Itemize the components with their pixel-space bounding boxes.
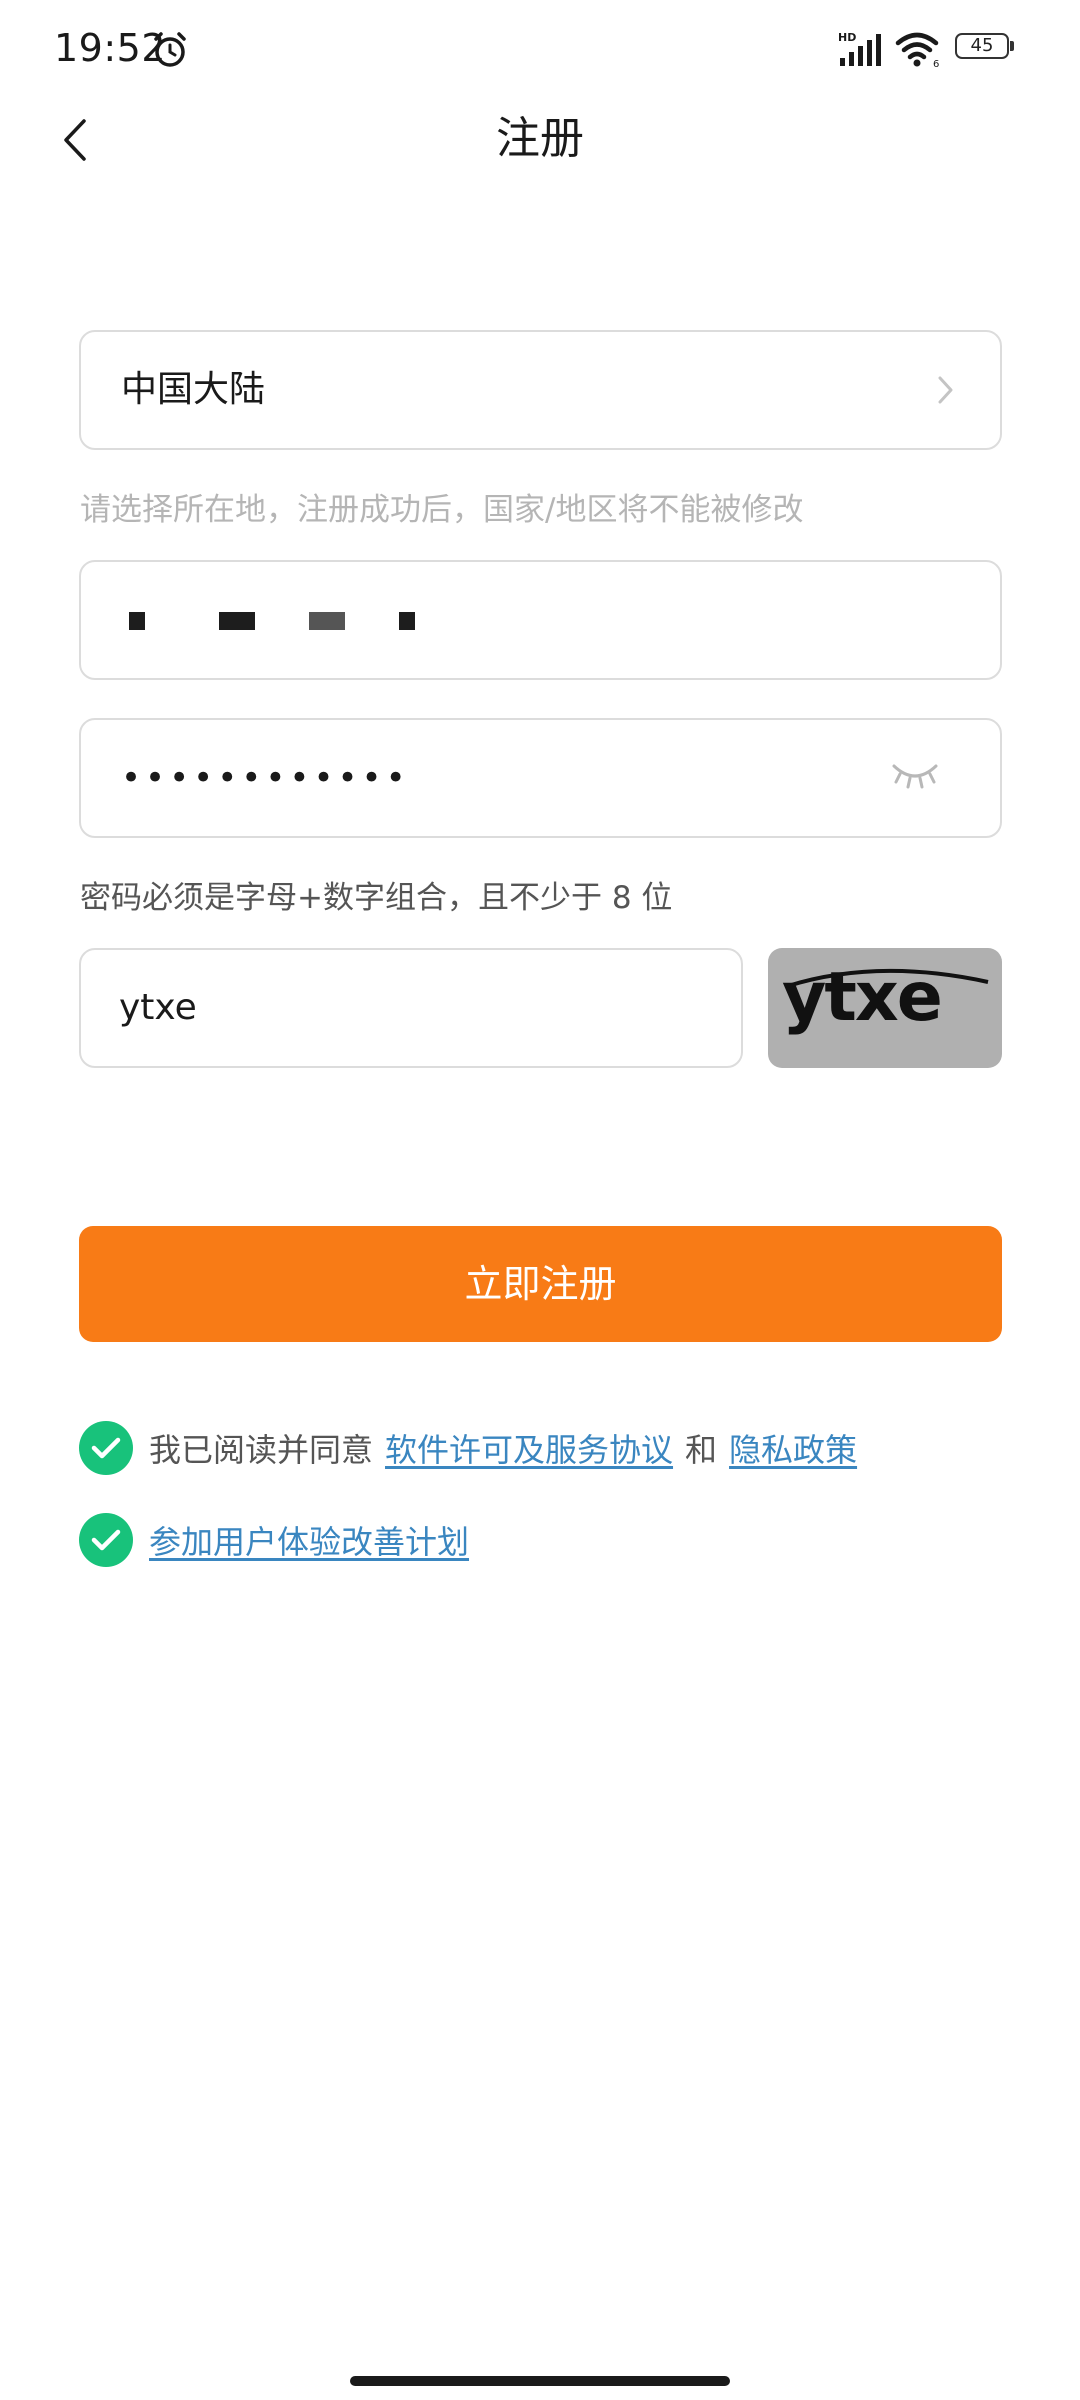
- experience-program-link[interactable]: 参加用户体验改善计划: [149, 1517, 469, 1563]
- status-bar: 19:52 HD 6 45: [0, 0, 1080, 100]
- region-hint: 请选择所在地，注册成功后，国家/地区将不能被修改: [80, 492, 804, 528]
- password-input[interactable]: ••••••••••••: [79, 718, 1002, 838]
- battery-icon: 45: [955, 33, 1017, 63]
- register-button[interactable]: 立即注册: [79, 1226, 1002, 1342]
- cellular-signal-icon: HD: [838, 31, 881, 66]
- region-selector[interactable]: 中国大陆: [79, 330, 1002, 450]
- region-value: 中国大陆: [121, 369, 266, 410]
- alarm-clock-icon: [154, 32, 186, 67]
- battery-cap: [1010, 41, 1014, 51]
- agree-prefix: 我已阅读并同意: [149, 1431, 374, 1469]
- password-value: ••••••••••••: [121, 758, 410, 798]
- checkbox-checked-icon[interactable]: [79, 1421, 133, 1475]
- svg-text:6: 6: [933, 59, 939, 68]
- home-indicator[interactable]: [350, 2376, 730, 2386]
- phone-input[interactable]: [79, 560, 1002, 680]
- privacy-policy-link[interactable]: 隐私政策: [729, 1425, 857, 1471]
- password-hint: 密码必须是字母+数字组合，且不少于 8 位: [80, 880, 673, 916]
- experience-program-row: 参加用户体验改善计划: [79, 1512, 469, 1568]
- svg-text:HD: HD: [838, 31, 856, 44]
- license-agreement-link[interactable]: 软件许可及服务协议: [385, 1425, 673, 1471]
- checkbox-checked-icon[interactable]: [79, 1513, 133, 1567]
- chevron-right-icon: [938, 376, 953, 404]
- captcha-image[interactable]: ytxe: [768, 948, 1002, 1068]
- captcha-noise-line: [787, 968, 989, 988]
- battery-level: 45: [955, 33, 1009, 59]
- captcha-input[interactable]: ytxe: [79, 948, 743, 1068]
- wifi-icon: 6: [895, 32, 939, 68]
- terms-agreement-row: 我已阅读并同意 软件许可及服务协议 和 隐私政策: [79, 1420, 857, 1476]
- agree-connector: 和: [685, 1431, 718, 1469]
- captcha-value: ytxe: [119, 987, 197, 1028]
- page-title: 注册: [496, 113, 584, 164]
- eye-closed-icon[interactable]: [890, 758, 940, 792]
